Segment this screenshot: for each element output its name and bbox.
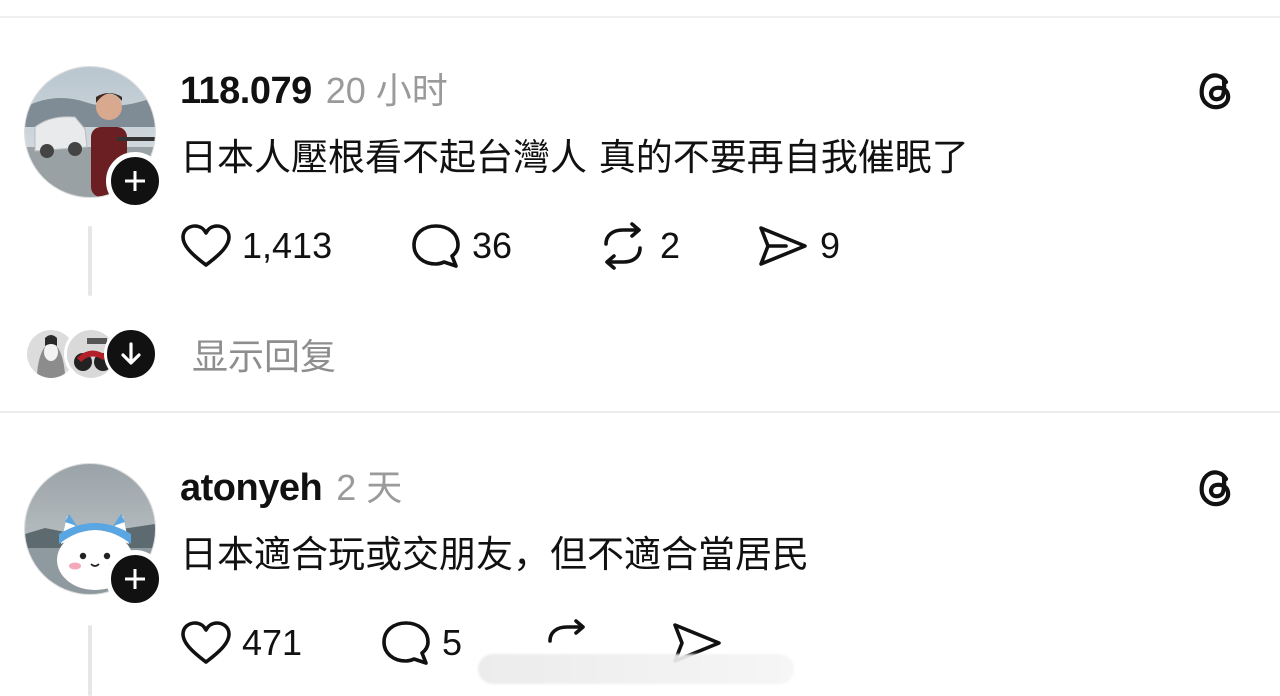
- thread-line: [88, 226, 92, 296]
- username[interactable]: 118.079: [180, 70, 312, 113]
- post-header: 118.079 20 小时: [180, 62, 448, 114]
- username[interactable]: atonyeh: [180, 467, 323, 510]
- post-text: 日本人壓根看不起台灣人 真的不要再自我催眠了: [180, 136, 969, 179]
- plus-icon: [125, 171, 145, 191]
- share-count: 9: [820, 225, 841, 266]
- comment-icon: [412, 224, 460, 268]
- comment-count: 36: [472, 225, 513, 266]
- repost-button[interactable]: 2: [596, 222, 756, 270]
- arrow-down-icon: [121, 342, 141, 365]
- like-button[interactable]: 471: [180, 620, 380, 666]
- like-count: 1,413: [242, 225, 333, 266]
- follow-button[interactable]: [106, 550, 164, 608]
- post-text: 日本適合玩或交朋友，但不適合當居民: [180, 533, 809, 576]
- follow-button[interactable]: [106, 152, 164, 210]
- threads-logo-icon[interactable]: [1192, 463, 1240, 511]
- like-count: 471: [242, 622, 303, 663]
- action-bar: 1,413 36 2 9: [180, 219, 840, 273]
- like-button[interactable]: 1,413: [180, 223, 410, 269]
- thread-line: [88, 625, 92, 696]
- repost-count: 2: [660, 225, 681, 266]
- repost-icon: [604, 222, 642, 270]
- plus-icon: [125, 569, 145, 589]
- comment-button[interactable]: 36: [410, 222, 596, 270]
- timestamp: 2 天: [336, 467, 403, 508]
- blurred-watermark: [478, 654, 794, 684]
- show-replies-label[interactable]: 显示回复: [192, 328, 336, 380]
- show-replies-row[interactable]: 显示回复: [24, 326, 336, 382]
- timestamp: 20 小时: [325, 70, 448, 111]
- send-icon: [759, 226, 807, 266]
- share-button[interactable]: 9: [756, 222, 840, 270]
- comment-icon: [382, 621, 430, 665]
- threads-feed: 118.079 20 小时 日本人壓根看不起台灣人 真的不要再自我催眠了 1,4…: [0, 0, 1280, 696]
- post-header: atonyeh 2 天: [180, 459, 402, 511]
- heart-icon: [181, 621, 231, 664]
- expand-replies-button[interactable]: [104, 327, 158, 381]
- heart-icon: [181, 224, 231, 267]
- threads-logo-icon[interactable]: [1192, 66, 1240, 114]
- post: 118.079 20 小时 日本人壓根看不起台灣人 真的不要再自我催眠了 1,4…: [0, 0, 1280, 410]
- comment-count: 5: [442, 622, 463, 663]
